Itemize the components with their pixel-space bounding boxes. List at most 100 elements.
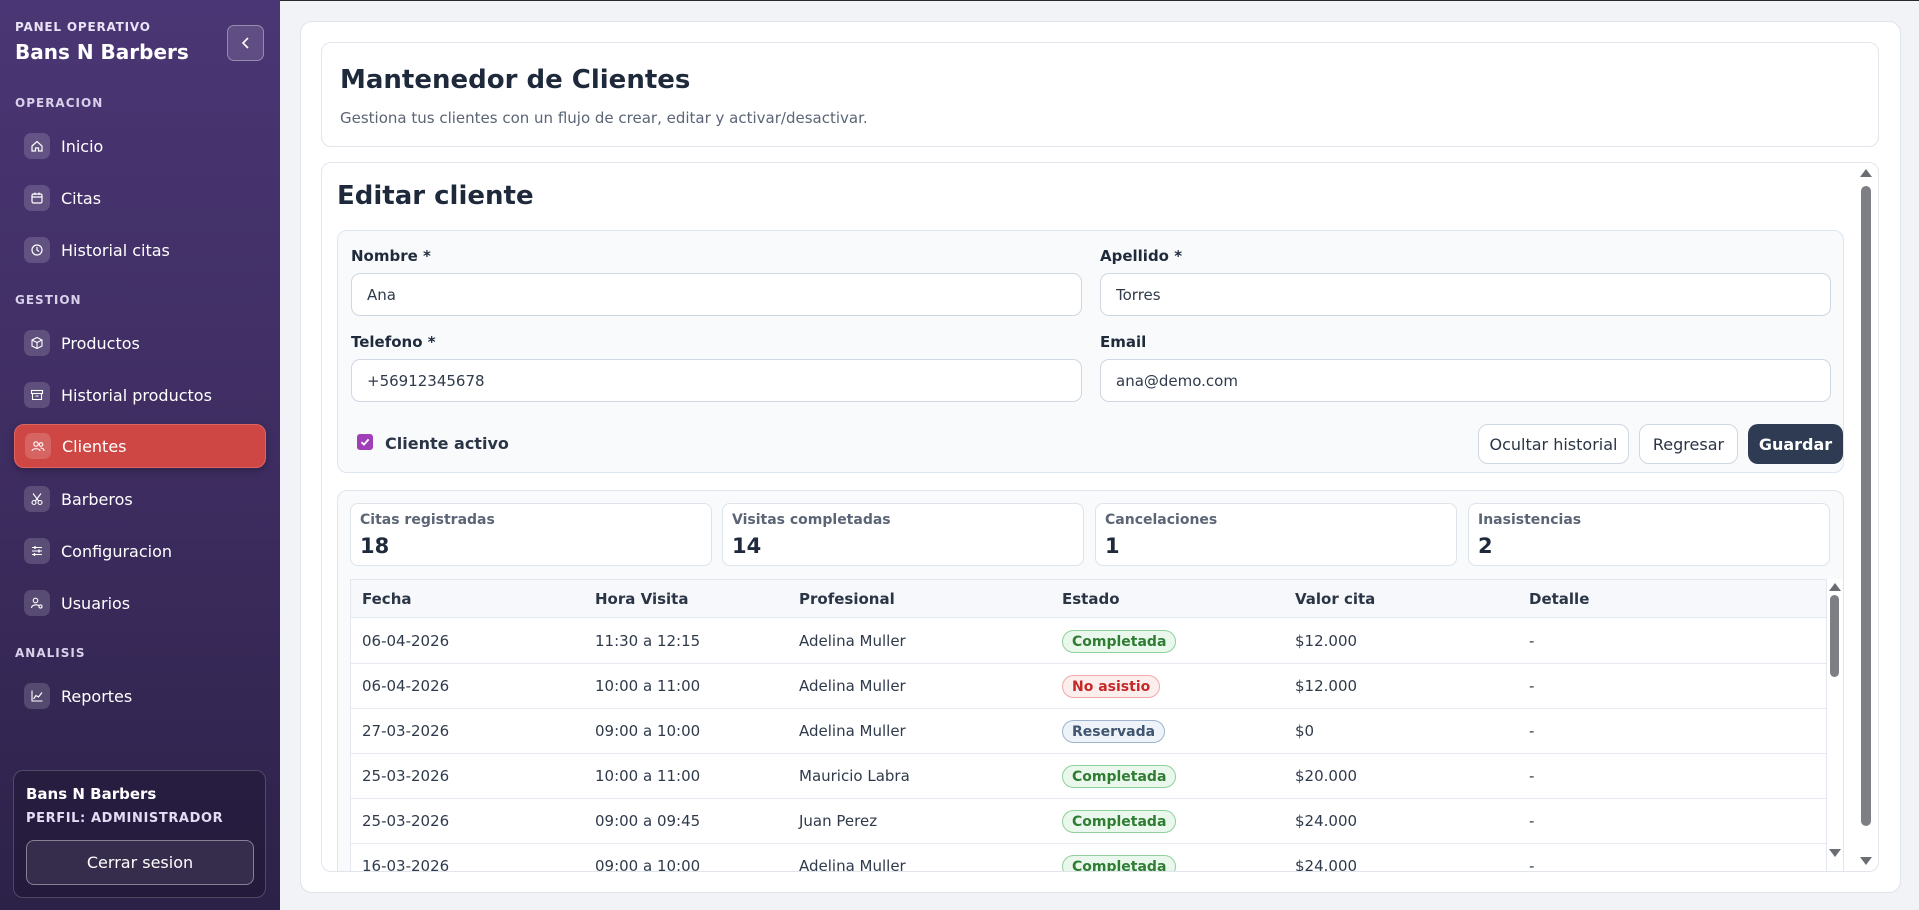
- page-title: Mantenedor de Clientes: [340, 65, 691, 95]
- guardar-button[interactable]: Guardar: [1748, 424, 1843, 464]
- user-role: PERFIL: ADMINISTRADOR: [26, 811, 224, 826]
- sidebar-item-label: Inicio: [61, 136, 104, 156]
- sidebar-item-reportes[interactable]: Reportes: [14, 674, 266, 718]
- column-header-profesional[interactable]: Profesional: [799, 590, 895, 608]
- scroll-down-arrow-icon[interactable]: [1829, 849, 1841, 857]
- sidebar-item-label: Citas: [61, 188, 102, 208]
- table-row[interactable]: 06-04-2026 10:00 a 11:00 Adelina Muller …: [351, 664, 1826, 709]
- status-badge: No asistio: [1062, 675, 1161, 698]
- apellido-field[interactable]: [1100, 273, 1831, 316]
- users-icon: [25, 433, 51, 459]
- cell-detalle: -: [1529, 632, 1535, 650]
- column-header-hora[interactable]: Hora Visita: [595, 590, 688, 608]
- form-title: Editar cliente: [337, 181, 534, 211]
- status-badge: Completada: [1062, 765, 1177, 788]
- logout-button[interactable]: Cerrar sesion: [26, 840, 254, 885]
- cell-valor: $24.000: [1295, 857, 1358, 872]
- scroll-up-arrow-icon[interactable]: [1829, 583, 1841, 591]
- brand-kicker: PANEL OPERATIVO: [15, 20, 151, 34]
- section-label-gestion: GESTION: [15, 293, 82, 307]
- cell-profesional: Adelina Muller: [799, 857, 906, 872]
- email-label: Email: [1100, 333, 1147, 351]
- nombre-field[interactable]: [351, 273, 1082, 316]
- cell-detalle: -: [1529, 812, 1535, 830]
- table-row[interactable]: 25-03-2026 09:00 a 09:45 Juan Perez Comp…: [351, 799, 1826, 844]
- box-icon: [24, 330, 50, 356]
- stat-label: Inasistencias: [1478, 512, 1582, 528]
- table-row[interactable]: 16-03-2026 09:00 a 10:00 Adelina Muller …: [351, 844, 1826, 872]
- column-header-detalle[interactable]: Detalle: [1529, 590, 1589, 608]
- column-header-fecha[interactable]: Fecha: [362, 590, 412, 608]
- table-row[interactable]: 06-04-2026 11:30 a 12:15 Adelina Muller …: [351, 619, 1826, 664]
- user-name: Bans N Barbers: [26, 785, 157, 803]
- calendar-icon: [24, 185, 50, 211]
- clock-icon: [24, 237, 50, 263]
- telefono-field[interactable]: [351, 359, 1082, 402]
- sidebar: PANEL OPERATIVO Bans N Barbers OPERACION…: [0, 0, 280, 910]
- cell-profesional: Adelina Muller: [799, 722, 906, 740]
- cell-profesional: Mauricio Labra: [799, 767, 910, 785]
- table-scrollbar-thumb[interactable]: [1830, 595, 1839, 677]
- sidebar-item-inicio[interactable]: Inicio: [14, 124, 266, 168]
- column-header-valor[interactable]: Valor cita: [1295, 590, 1375, 608]
- sidebar-item-label: Barberos: [61, 489, 133, 509]
- history-table: Fecha Hora Visita Profesional Estado Val…: [350, 579, 1827, 872]
- sidebar-item-clientes[interactable]: Clientes: [14, 424, 266, 468]
- top-border: [280, 0, 1919, 1]
- status-badge: Reservada: [1062, 720, 1166, 743]
- table-row[interactable]: 27-03-2026 09:00 a 10:00 Adelina Muller …: [351, 709, 1826, 754]
- brand-title: Bans N Barbers: [15, 40, 189, 64]
- scroll-up-arrow-icon[interactable]: [1860, 169, 1872, 177]
- cell-hora: 10:00 a 11:00: [595, 677, 701, 695]
- stat-value: 18: [360, 534, 390, 558]
- cell-hora: 10:00 a 11:00: [595, 767, 701, 785]
- stat-visitas-completadas: Visitas completadas 14: [722, 503, 1084, 566]
- sidebar-item-usuarios[interactable]: Usuarios: [14, 581, 266, 625]
- status-badge: Completada: [1062, 810, 1177, 833]
- sidebar-item-label: Reportes: [61, 686, 133, 706]
- cell-hora: 09:00 a 10:00: [595, 722, 701, 740]
- telefono-label: Telefono *: [351, 333, 436, 351]
- user-card: Bans N Barbers PERFIL: ADMINISTRADOR Cer…: [13, 770, 266, 898]
- apellido-label: Apellido *: [1100, 247, 1183, 265]
- page-header: Mantenedor de Clientes Gestiona tus clie…: [321, 42, 1879, 147]
- stat-value: 1: [1105, 534, 1120, 558]
- archive-icon: [24, 382, 50, 408]
- table-row[interactable]: 25-03-2026 10:00 a 11:00 Mauricio Labra …: [351, 754, 1826, 799]
- cell-fecha: 06-04-2026: [362, 632, 450, 650]
- ocultar-historial-button[interactable]: Ocultar historial: [1478, 424, 1629, 464]
- sidebar-item-barberos[interactable]: Barberos: [14, 477, 266, 521]
- status-badge: Completada: [1062, 630, 1177, 653]
- status-badge: Completada: [1062, 855, 1177, 871]
- chevron-left-icon: [241, 37, 249, 49]
- panel-scrollbar[interactable]: [1858, 162, 1874, 872]
- collapse-sidebar-button[interactable]: [227, 25, 264, 61]
- sliders-icon: [24, 538, 50, 564]
- sidebar-item-historial-citas[interactable]: Historial citas: [14, 228, 266, 272]
- sidebar-item-productos[interactable]: Productos: [14, 321, 266, 365]
- stat-label: Citas registradas: [360, 512, 495, 528]
- cliente-activo-checkbox[interactable]: [357, 434, 373, 450]
- table-header: Fecha Hora Visita Profesional Estado Val…: [351, 580, 1826, 618]
- cell-valor: $12.000: [1295, 632, 1358, 650]
- table-scrollbar[interactable]: [1827, 579, 1843, 871]
- scroll-down-arrow-icon[interactable]: [1860, 857, 1872, 865]
- stat-inasistencias: Inasistencias 2: [1468, 503, 1830, 566]
- client-history: Citas registradas 18 Visitas completadas…: [337, 490, 1844, 872]
- sidebar-item-label: Configuracion: [61, 541, 173, 561]
- cell-detalle: -: [1529, 722, 1535, 740]
- column-header-estado[interactable]: Estado: [1062, 590, 1120, 608]
- sidebar-item-citas[interactable]: Citas: [14, 176, 266, 220]
- panel-scrollbar-thumb[interactable]: [1861, 186, 1871, 826]
- cell-hora: 09:00 a 09:45: [595, 812, 701, 830]
- sidebar-item-historial-productos[interactable]: Historial productos: [14, 373, 266, 417]
- email-field[interactable]: [1100, 359, 1831, 402]
- user-cog-icon: [24, 590, 50, 616]
- sidebar-item-label: Clientes: [62, 436, 127, 456]
- sidebar-item-label: Usuarios: [61, 593, 131, 613]
- regresar-button[interactable]: Regresar: [1639, 424, 1738, 464]
- sidebar-item-configuracion[interactable]: Configuracion: [14, 529, 266, 573]
- cell-fecha: 16-03-2026: [362, 857, 450, 872]
- cell-profesional: Juan Perez: [799, 812, 878, 830]
- cell-fecha: 06-04-2026: [362, 677, 450, 695]
